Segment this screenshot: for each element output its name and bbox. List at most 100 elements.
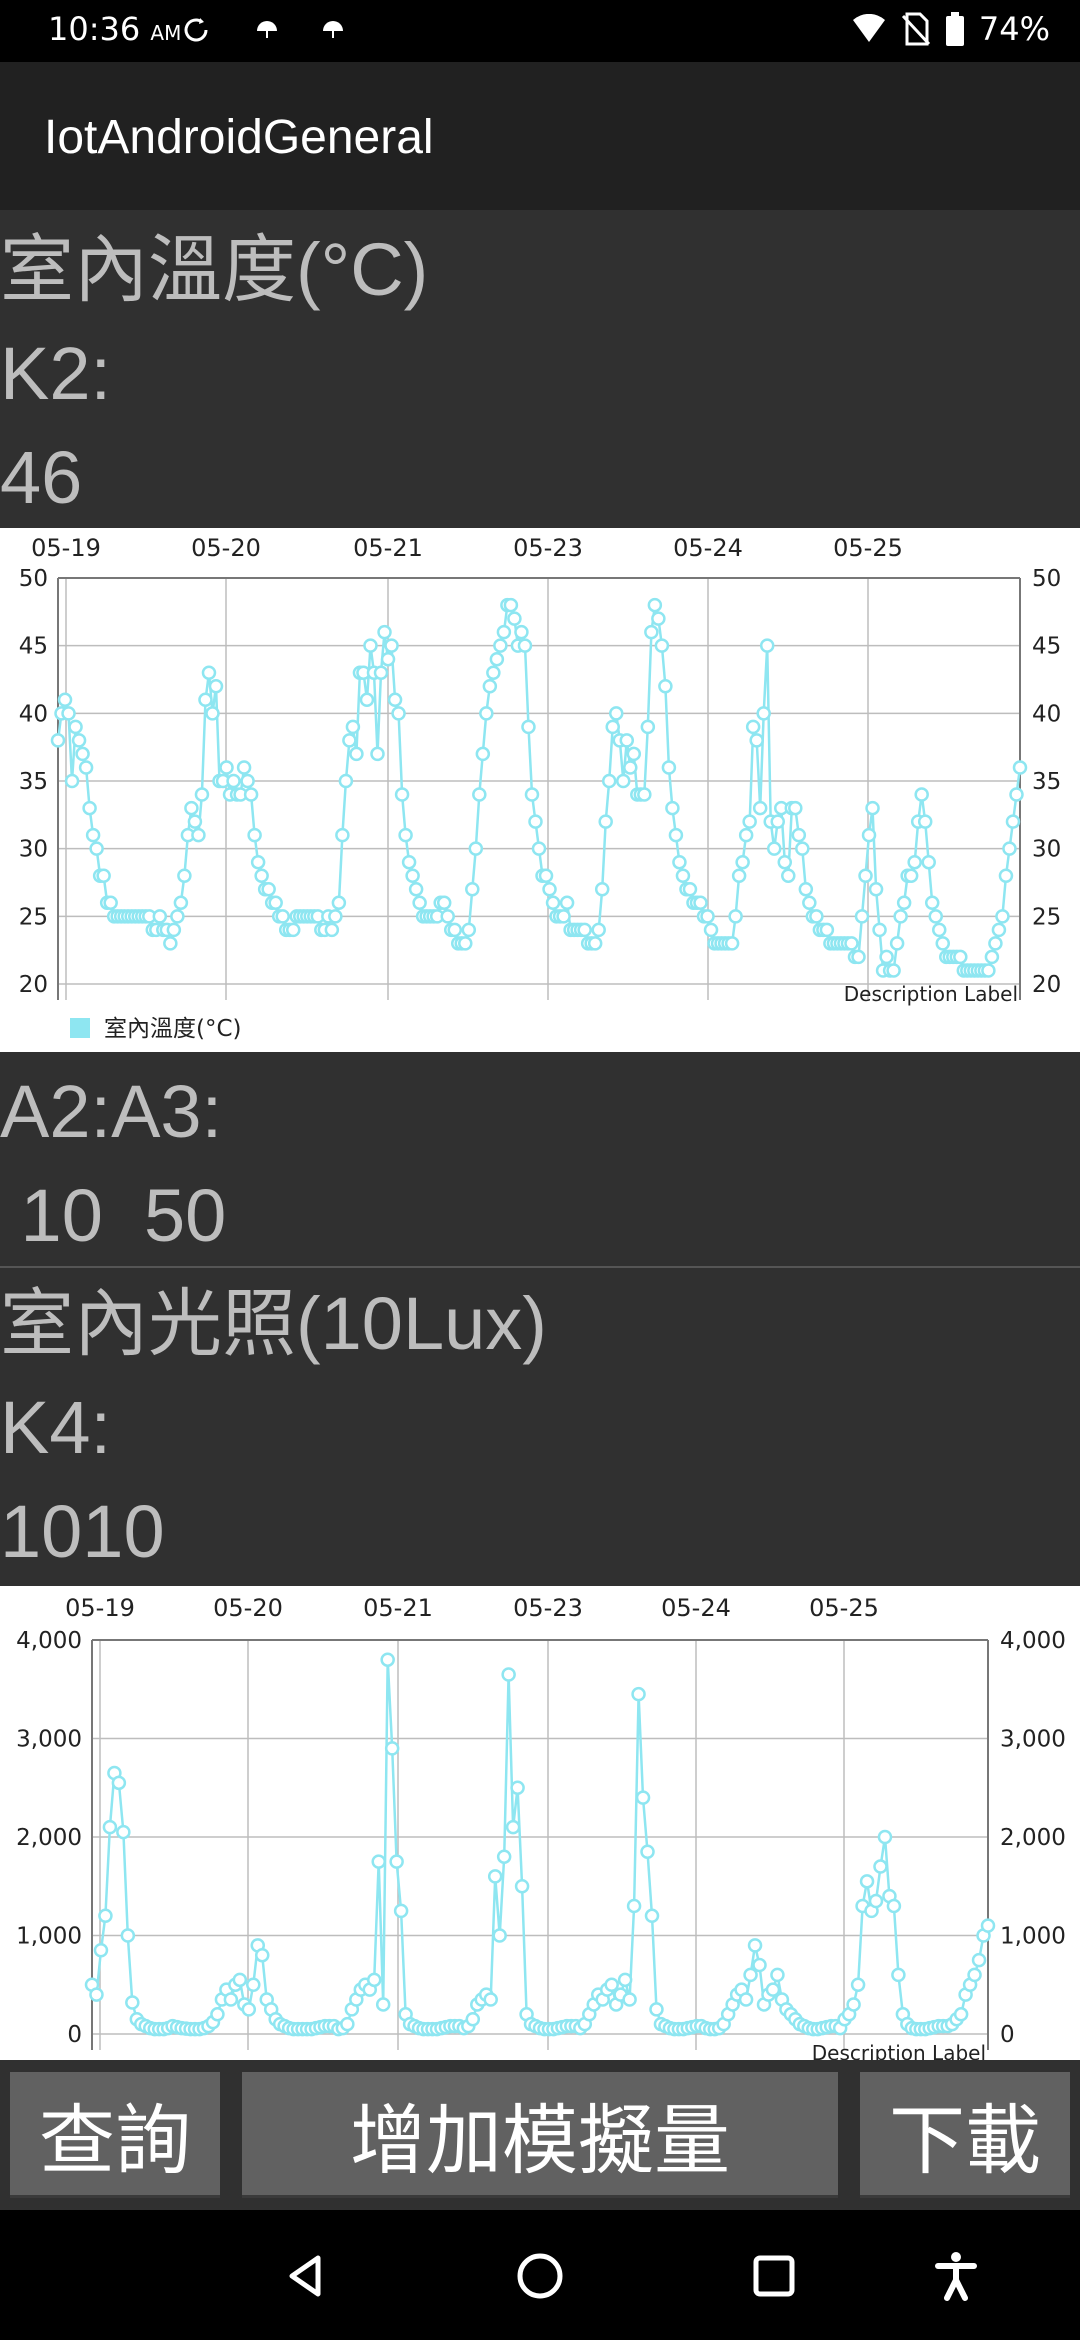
data-point	[250, 854, 266, 870]
y-tick-label-right: 45	[1032, 634, 1061, 660]
data-point	[401, 854, 417, 870]
data-point	[254, 868, 269, 883]
x-tick-label: 05-23	[513, 1594, 583, 1622]
data-point	[759, 638, 775, 653]
data-point	[931, 922, 947, 938]
recents-icon[interactable]	[744, 2246, 804, 2306]
data-point	[384, 1741, 400, 1756]
data-point	[594, 882, 610, 897]
legend-label: 室內溫度(°C)	[104, 1016, 242, 1042]
back-icon[interactable]	[276, 2246, 336, 2306]
data-point	[795, 841, 810, 856]
add-simulation-button[interactable]: 增加模擬量	[242, 2072, 838, 2198]
y-tick-label-right: 50	[1032, 566, 1061, 592]
data-point	[223, 1992, 239, 2007]
data-point	[64, 773, 80, 789]
battery-percent: 74%	[978, 10, 1050, 48]
data-point	[682, 882, 698, 897]
data-point	[198, 692, 213, 708]
temperature-title: 室內溫度(°C)	[0, 228, 429, 311]
data-point	[640, 719, 656, 735]
data-point	[967, 1967, 982, 1983]
data-point	[493, 638, 508, 653]
no-sim-icon	[901, 12, 930, 46]
data-point	[370, 746, 385, 762]
data-point	[872, 922, 887, 938]
data-point	[517, 638, 533, 653]
data-point	[873, 1859, 888, 1874]
status-time: 10:36 AM	[48, 10, 182, 48]
data-point	[210, 2007, 225, 2022]
data-point	[622, 1992, 637, 2007]
y-tick-label-left: 1,000	[16, 1924, 82, 1950]
data-point	[781, 868, 796, 883]
data-point	[886, 963, 901, 978]
data-point	[232, 1972, 248, 1988]
data-point	[187, 814, 203, 829]
data-point	[844, 936, 859, 951]
data-point	[479, 706, 494, 721]
data-point	[191, 827, 206, 843]
data-point	[914, 787, 929, 802]
x-tick-label: 05-20	[213, 1594, 283, 1622]
temperature-chart[interactable]: 20 20 25 25 30 30 35 35 40 40 45 45 50 50 05-19 05-20 05…	[0, 528, 1080, 1052]
data-point	[208, 679, 224, 694]
x-tick-label: 05-19	[31, 534, 101, 562]
data-point	[668, 827, 684, 843]
temperature-chart-svg[interactable]: 20 20 25 25 30 30 35 35 40 40 45 45 50 50 05-19 05-20 05…	[0, 528, 1080, 1052]
data-point	[724, 936, 740, 951]
description-label: Description Label	[844, 982, 1018, 1006]
status-bar: 10:36 AM 74%	[0, 0, 1080, 62]
data-point	[559, 895, 575, 911]
data-point	[538, 868, 554, 883]
data-point	[405, 868, 420, 883]
data-point	[482, 679, 498, 694]
data-point	[335, 827, 350, 843]
y-tick-label-left: 2,000	[16, 1825, 82, 1851]
data-point	[61, 706, 76, 721]
data-point	[893, 909, 908, 924]
data-point	[514, 624, 529, 640]
data-point	[617, 1972, 633, 1988]
legend-swatch	[70, 1018, 90, 1038]
weather-icon	[323, 21, 343, 38]
data-point	[57, 692, 73, 708]
data-point	[879, 949, 894, 965]
data-point	[556, 909, 571, 924]
data-point	[447, 922, 462, 938]
x-tick-label: 05-25	[809, 1594, 879, 1622]
query-button[interactable]: 查詢	[10, 2072, 220, 2198]
data-point	[886, 1898, 902, 1914]
data-point	[380, 651, 396, 667]
light-chart-svg[interactable]: 0 0 1,000 1,000 2,000 2,000 3,000 3,000 4,000 4,0…	[0, 1586, 1080, 2060]
data-point	[770, 814, 785, 829]
data-point	[483, 1992, 498, 2007]
data-point	[461, 922, 477, 938]
data-point	[623, 760, 638, 775]
wifi-icon	[852, 14, 885, 42]
data-point	[742, 814, 757, 829]
data-point	[819, 922, 835, 938]
data-point	[89, 841, 104, 856]
data-point	[328, 909, 343, 924]
data-point	[935, 936, 951, 951]
data-point	[1002, 841, 1017, 856]
data-point	[749, 733, 764, 748]
data-point	[514, 1879, 530, 1894]
data-point	[496, 624, 512, 640]
button-bar: 查詢 增加模擬量 下載	[0, 2060, 1080, 2210]
data-point	[616, 773, 631, 789]
data-point	[528, 814, 543, 829]
download-button[interactable]: 下載	[860, 2072, 1070, 2198]
accessibility-icon[interactable]	[926, 2246, 986, 2306]
data-point	[745, 719, 761, 735]
y-tick-label-right: 25	[1032, 904, 1061, 930]
y-tick-label-right: 35	[1032, 769, 1061, 795]
home-icon[interactable]	[510, 2246, 570, 2306]
data-point	[85, 827, 101, 843]
data-point	[756, 706, 771, 721]
data-point	[489, 651, 505, 667]
data-point	[521, 719, 536, 735]
light-chart[interactable]: 0 0 1,000 1,000 2,000 2,000 3,000 3,000 4,000 4,0…	[0, 1586, 1080, 2060]
y-tick-label-left: 40	[19, 701, 48, 727]
